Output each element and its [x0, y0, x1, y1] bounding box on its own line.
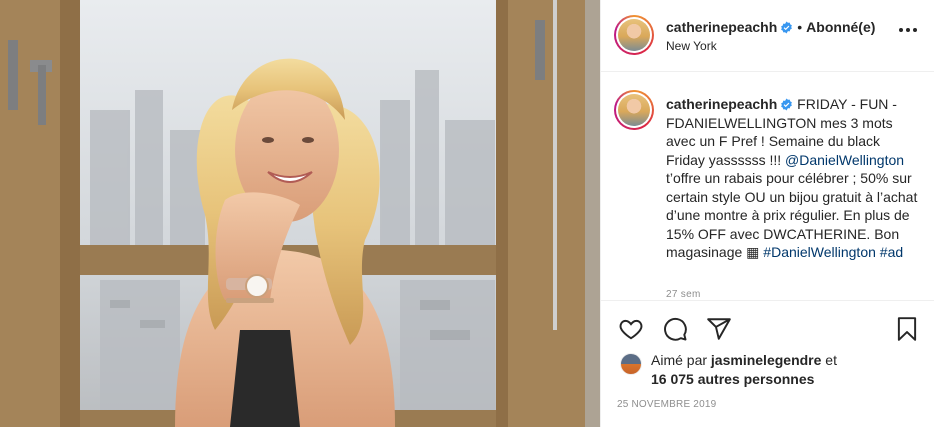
more-options-icon[interactable] — [899, 28, 917, 34]
author-avatar[interactable] — [614, 15, 654, 55]
share-icon — [707, 318, 731, 340]
post-side-panel: catherinepeachh • Abonné(e) New York cathe… — [600, 0, 934, 427]
post-caption: catherinepeachh FRIDAY - FUN - FDANIELWE… — [666, 95, 921, 262]
comment-button[interactable] — [662, 316, 688, 342]
caption-mention-link[interactable]: @DanielWellington — [785, 152, 904, 168]
caption-username[interactable]: catherinepeachh — [666, 96, 777, 112]
liker-avatar[interactable] — [620, 353, 642, 375]
like-button[interactable] — [618, 316, 644, 342]
likes-line: Aimé par jasminelegendre et — [651, 352, 837, 368]
hashtag-link-ad[interactable]: #ad — [880, 244, 903, 260]
header-user-line: catherinepeachh • Abonné(e) — [666, 19, 875, 35]
caption-time-ago: 27 sem — [666, 289, 701, 300]
post-photo[interactable] — [0, 0, 600, 427]
verified-badge-icon — [781, 98, 793, 111]
caption-emoji: ▦ — [746, 244, 760, 260]
post-header: catherinepeachh • Abonné(e) New York — [601, 0, 934, 72]
follow-status-button[interactable]: Abonné(e) — [806, 19, 875, 35]
caption-area: catherinepeachh FRIDAY - FUN - FDANIELWE… — [601, 72, 934, 300]
hashtag-link-danielwellington[interactable]: #DanielWellington — [763, 244, 876, 260]
likes-section: Aimé par jasminelegendre et 16 075 autre… — [601, 348, 934, 398]
comment-icon — [664, 318, 687, 341]
follow-separator: • — [797, 19, 803, 35]
post-photo-illustration — [0, 0, 600, 427]
share-button[interactable] — [706, 316, 732, 342]
save-button[interactable] — [894, 316, 920, 342]
liker-username[interactable]: jasminelegendre — [711, 352, 822, 368]
verified-badge-icon — [781, 21, 793, 34]
likes-conjunction: et — [821, 352, 837, 368]
likes-others-count[interactable]: 16 075 autres personnes — [651, 371, 814, 387]
instagram-post: catherinepeachh • Abonné(e) New York cathe… — [0, 0, 934, 427]
heart-icon — [619, 319, 643, 340]
caption-author-avatar[interactable] — [614, 90, 654, 130]
bookmark-icon — [897, 317, 917, 341]
author-username[interactable]: catherinepeachh — [666, 19, 777, 35]
likes-prefix: Aimé par — [651, 352, 711, 368]
post-location[interactable]: New York — [666, 39, 717, 53]
post-date: 25 NOVEMBRE 2019 — [617, 399, 717, 410]
